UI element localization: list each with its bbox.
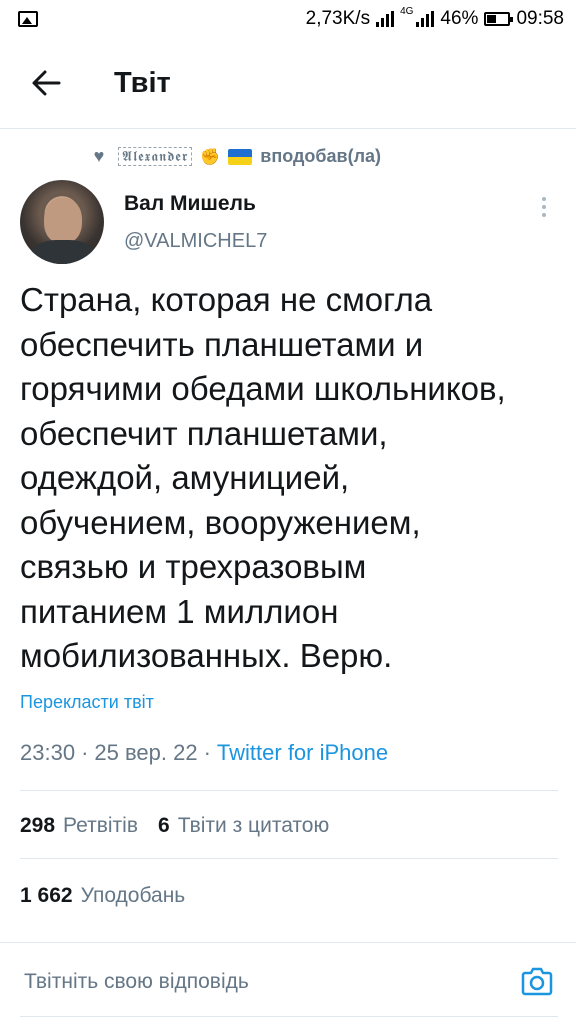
divider [20,790,558,791]
net-speed: 2,73K/s [305,8,371,29]
arrow-left-icon [32,70,61,96]
social-context[interactable]: ♥ 𝕬𝖑𝖊𝖝𝖆𝖓𝖉𝖊𝖗 ✊ вподобав(ла) [88,146,381,167]
reply-underline [20,1016,558,1017]
author-handle[interactable]: @VALMICHEL7 [124,230,267,253]
retweets-label[interactable]: Ретвітів [63,814,138,838]
heart-icon: ♥ [93,146,105,166]
tweet-source-link[interactable]: Twitter for iPhone [217,740,388,766]
tweet-date: 25 вер. 22 [94,740,198,765]
likes-label[interactable]: Уподобань [81,884,186,908]
more-options-icon[interactable] [534,192,554,222]
tweet-text: Страна, которая не смогла обеспечить пла… [20,281,506,674]
author-name[interactable]: Вал Мишель [124,192,256,216]
retweet-stats-row: 298 Ретвітів 6 Твіти з цитатою [20,814,349,838]
camera-icon[interactable] [521,966,553,996]
status-bar: 2,73K/s 4G 46% 09:58 [0,0,576,38]
quotes-count[interactable]: 6 [158,814,170,838]
back-button[interactable] [26,63,66,103]
liker-name: 𝕬𝖑𝖊𝖝𝖆𝖓𝖉𝖊𝖗 [118,147,193,166]
meta-separator: · [81,740,89,765]
page-title: Твіт [114,66,171,99]
battery-icon [484,12,514,26]
raised-fist-icon: ✊ [200,148,221,166]
battery-percent: 46% [440,8,479,29]
meta-separator-2: · [203,740,211,765]
reply-input[interactable]: Твітніть свою відповідь [24,970,249,994]
ukraine-flag-icon [228,148,253,165]
signal-icon [376,11,395,27]
avatar[interactable] [20,180,104,264]
divider-2 [20,858,558,859]
tweet-meta: 23:30 · 25 вер. 22 · Twitter for iPhone [20,740,388,766]
quotes-label[interactable]: Твіти з цитатою [178,814,330,838]
translate-tweet-link[interactable]: Перекласти твіт [20,692,154,713]
signal-icon-2 [416,11,435,27]
divider-3 [0,942,576,943]
liked-action-text: вподобав(ла) [260,146,382,166]
tweet-time: 23:30 [20,740,76,765]
clock: 09:58 [516,8,564,29]
likes-count[interactable]: 1 662 [20,884,73,908]
gallery-notification-icon [18,11,38,27]
likes-stats-row: 1 662 Уподобань [20,884,205,908]
header: Твіт [0,38,576,129]
retweets-count[interactable]: 298 [20,814,55,838]
network-type: 4G [400,6,414,17]
